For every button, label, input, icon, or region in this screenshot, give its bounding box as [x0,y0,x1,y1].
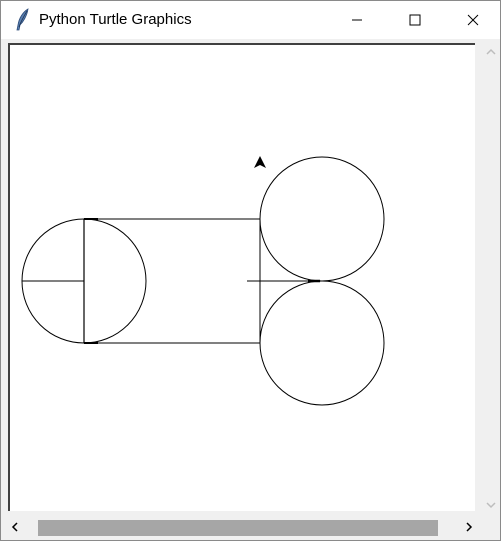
chevron-left-icon [11,519,19,537]
scroll-up-button[interactable] [482,43,500,60]
horizontal-scrollbar[interactable] [2,517,482,539]
scroll-left-button[interactable] [4,517,26,539]
turtle-canvas[interactable] [8,43,475,511]
title-bar[interactable]: Python Turtle Graphics [1,1,500,39]
lower-right-circle [259,280,385,406]
maximize-icon [409,14,421,26]
horizontal-scroll-thumb[interactable] [38,520,438,536]
maximize-button[interactable] [392,1,438,39]
close-button[interactable] [450,1,496,39]
scroll-right-button[interactable] [458,517,480,539]
minimize-button[interactable] [334,1,380,39]
turtle-arrow-icon [254,156,266,168]
scroll-down-button[interactable] [482,496,500,513]
drawing-surface [21,156,385,406]
chevron-right-icon [465,519,473,537]
vertical-scrollbar[interactable] [482,43,500,513]
close-icon [467,14,479,26]
scrollbar-corner [482,517,500,539]
minimize-icon [351,14,363,26]
window-title: Python Turtle Graphics [39,11,192,28]
upper-right-circle [259,156,385,282]
chevron-down-icon [486,496,496,514]
turtle-window: Python Turtle Graphics [0,0,501,541]
chevron-up-icon [486,43,496,61]
feather-icon [14,8,32,32]
